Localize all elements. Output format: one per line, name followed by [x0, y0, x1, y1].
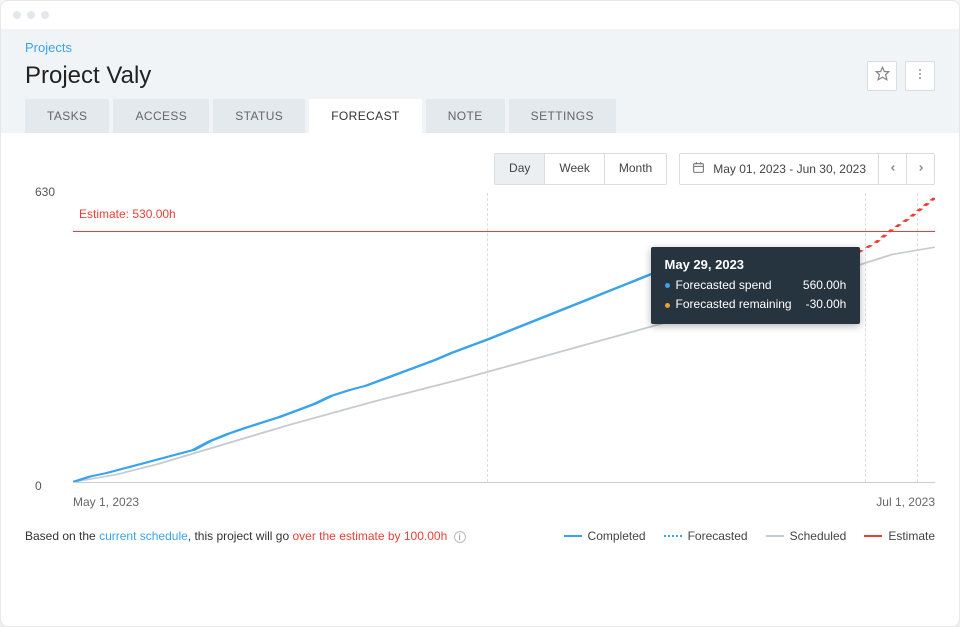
tab-tasks[interactable]: TASKS — [25, 99, 109, 133]
chart-area: 630 0 Estimate: 530.00h May 29, 2023 For… — [25, 193, 935, 513]
tooltip-row-value: -30.00h — [806, 295, 847, 314]
tooltip-row-label: Forecasted remaining — [676, 297, 792, 311]
schedule-link[interactable]: current schedule — [99, 529, 188, 543]
legend: Completed Forecasted Scheduled Estimate — [564, 529, 935, 543]
app-window: Projects Project Valy TASKS ACCESS STATU… — [0, 0, 960, 627]
over-estimate-text: over the estimate by 100.00h — [293, 529, 448, 543]
granularity-day[interactable]: Day — [495, 154, 545, 184]
page-title: Project Valy — [25, 62, 151, 90]
more-vertical-icon — [913, 67, 927, 86]
date-prev[interactable] — [878, 154, 906, 184]
legend-estimate: Estimate — [864, 529, 935, 543]
titlebar — [1, 1, 959, 29]
breadcrumb[interactable]: Projects — [25, 40, 72, 55]
forecasted-series — [857, 198, 935, 253]
favorite-button[interactable] — [867, 61, 897, 91]
tooltip-row-value: 560.00h — [803, 276, 846, 295]
tab-status[interactable]: STATUS — [213, 99, 305, 133]
tabs: TASKS ACCESS STATUS FORECAST NOTE SETTIN… — [25, 99, 935, 133]
legend-forecasted: Forecasted — [664, 529, 748, 543]
tab-forecast[interactable]: FORECAST — [309, 99, 422, 133]
info-icon[interactable]: i — [454, 531, 466, 543]
star-icon — [875, 66, 890, 86]
granularity-week[interactable]: Week — [545, 154, 604, 184]
window-dot — [13, 11, 21, 19]
date-range-label: May 01, 2023 - Jun 30, 2023 — [713, 162, 866, 176]
window-dot — [41, 11, 49, 19]
tab-access[interactable]: ACCESS — [113, 99, 209, 133]
x-tick-end: Jul 1, 2023 — [876, 495, 935, 509]
chevron-right-icon — [916, 162, 926, 176]
x-tick-start: May 1, 2023 — [73, 495, 139, 509]
tooltip-row-label: Forecasted spend — [676, 278, 772, 292]
forecast-message: Based on the current schedule, this proj… — [25, 529, 466, 543]
tab-settings[interactable]: SETTINGS — [509, 99, 616, 133]
legend-completed: Completed — [564, 529, 646, 543]
header: Projects Project Valy TASKS ACCESS STATU… — [1, 29, 959, 133]
window-dot — [27, 11, 35, 19]
date-next[interactable] — [906, 154, 934, 184]
completed-series — [73, 262, 694, 482]
more-button[interactable] — [905, 61, 935, 91]
chart-footer: Based on the current schedule, this proj… — [1, 513, 959, 563]
legend-scheduled: Scheduled — [766, 529, 847, 543]
chart-tooltip: May 29, 2023 Forecasted spend 560.00h Fo… — [651, 247, 861, 324]
granularity-segment: Day Week Month — [494, 153, 667, 185]
chart-toolbar: Day Week Month May 01, 2023 - Jun 30, 20… — [25, 153, 935, 185]
tab-note[interactable]: NOTE — [426, 99, 505, 133]
plot[interactable]: Estimate: 530.00h May 29, 2023 Forecaste… — [73, 193, 935, 483]
chart-svg — [73, 193, 935, 482]
tooltip-date: May 29, 2023 — [665, 257, 847, 272]
bullet-icon — [665, 283, 670, 288]
chevron-left-icon — [888, 162, 898, 176]
calendar-icon — [692, 161, 705, 177]
y-tick-top: 630 — [35, 185, 55, 199]
bullet-icon — [665, 303, 670, 308]
date-range-picker[interactable]: May 01, 2023 - Jun 30, 2023 — [679, 153, 935, 185]
y-tick-bottom: 0 — [35, 479, 42, 493]
content: Day Week Month May 01, 2023 - Jun 30, 20… — [1, 133, 959, 513]
granularity-month[interactable]: Month — [605, 154, 666, 184]
